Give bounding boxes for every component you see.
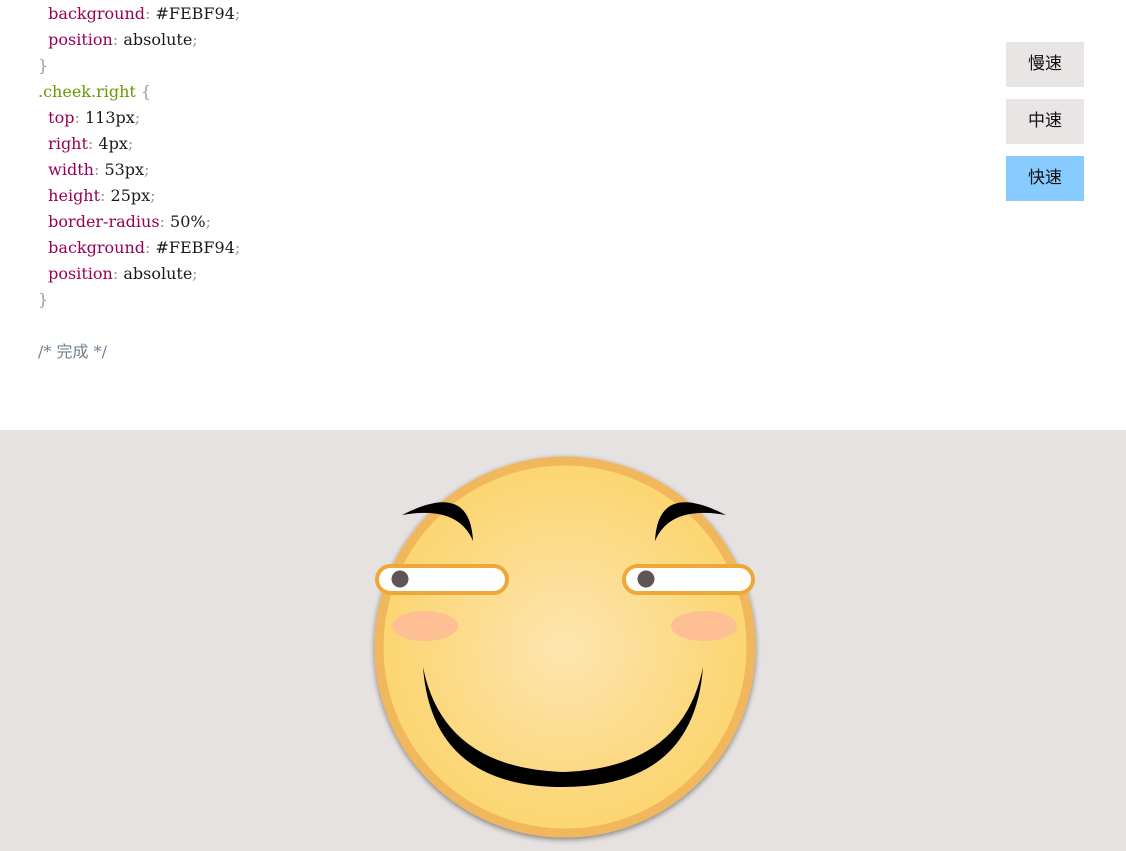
code-token-punct: {: [135, 82, 152, 101]
code-token-punct: ;: [234, 4, 241, 23]
fast-speed-button[interactable]: 快速: [1006, 156, 1084, 201]
code-token-punct: ;: [134, 108, 141, 127]
left-eye: [375, 564, 509, 595]
code-token-punct: ;: [234, 238, 241, 257]
code-line: right: 4px;: [38, 131, 240, 157]
code-line: position: absolute;: [38, 261, 240, 287]
code-token-indent: [38, 30, 48, 49]
code-token-prop: background: [48, 238, 145, 257]
code-editor-panel: background: #FEBF94; position: absolute;…: [0, 0, 960, 430]
code-token-value: 53px: [99, 160, 145, 179]
code-token-indent: [38, 160, 48, 179]
left-cheek: [392, 611, 458, 641]
preview-panel: [0, 430, 1126, 851]
code-line: .cheek.right {: [38, 79, 240, 105]
code-token-value: 25px: [105, 186, 151, 205]
code-token-indent: [38, 108, 48, 127]
code-token-indent: [38, 4, 48, 23]
left-pupil: [391, 570, 409, 588]
code-token-value: absolute: [118, 30, 193, 49]
code-token-punct: ;: [127, 134, 134, 153]
code-token-prop: background: [48, 4, 145, 23]
code-token-indent: [38, 186, 48, 205]
right-pupil: [637, 570, 655, 588]
code-token-punct: ;: [192, 30, 198, 49]
code-token-prop: position: [48, 30, 113, 49]
code-token-punct: ;: [144, 160, 150, 179]
right-eye: [622, 564, 755, 595]
code-token-punct: ;: [150, 186, 156, 205]
face: [374, 456, 756, 838]
code-token-indent: [38, 134, 48, 153]
code-token-prop: border-radius: [48, 212, 160, 231]
code-token-prop: position: [48, 264, 113, 283]
code-token-value: #FEBF94: [150, 4, 235, 23]
code-line: position: absolute;: [38, 27, 240, 53]
code-token-prop: top: [48, 108, 75, 127]
app-window: background: #FEBF94; position: absolute;…: [0, 0, 1126, 851]
code-line: height: 25px;: [38, 183, 240, 209]
smiley-face-drawing: [374, 456, 756, 838]
css-code-view: background: #FEBF94; position: absolute;…: [38, 1, 240, 365]
code-token-punct: }: [38, 56, 49, 75]
right-cheek: [671, 611, 737, 641]
code-token-value: #FEBF94: [150, 238, 235, 257]
code-token-prop: width: [48, 160, 94, 179]
code-token-prop: right: [48, 134, 88, 153]
code-token-indent: [38, 212, 48, 231]
code-token-prop: height: [48, 186, 101, 205]
code-line: top: 113px;: [38, 105, 240, 131]
code-line: background: #FEBF94;: [38, 1, 240, 27]
code-line: background: #FEBF94;: [38, 235, 240, 261]
code-line: /* 完成 */: [38, 339, 240, 365]
code-line: }: [38, 53, 240, 79]
code-line: }: [38, 287, 240, 313]
code-token-punct: }: [38, 290, 49, 309]
code-token-punct: ;: [192, 264, 198, 283]
code-token-value: absolute: [118, 264, 193, 283]
code-token-value: 4px: [93, 134, 128, 153]
code-line: width: 53px;: [38, 157, 240, 183]
code-token-selector: .cheek.right: [38, 82, 136, 101]
code-token-punct: ;: [205, 212, 211, 231]
medium-speed-button[interactable]: 中速: [1006, 99, 1084, 144]
code-token-indent: [38, 264, 48, 283]
code-token-comment: /* 完成 */: [38, 342, 107, 361]
slow-speed-button[interactable]: 慢速: [1006, 42, 1084, 87]
code-token-value: 113px: [79, 108, 135, 127]
code-token-indent: [38, 238, 48, 257]
code-line: border-radius: 50%;: [38, 209, 240, 235]
code-token-value: 50%: [164, 212, 206, 231]
